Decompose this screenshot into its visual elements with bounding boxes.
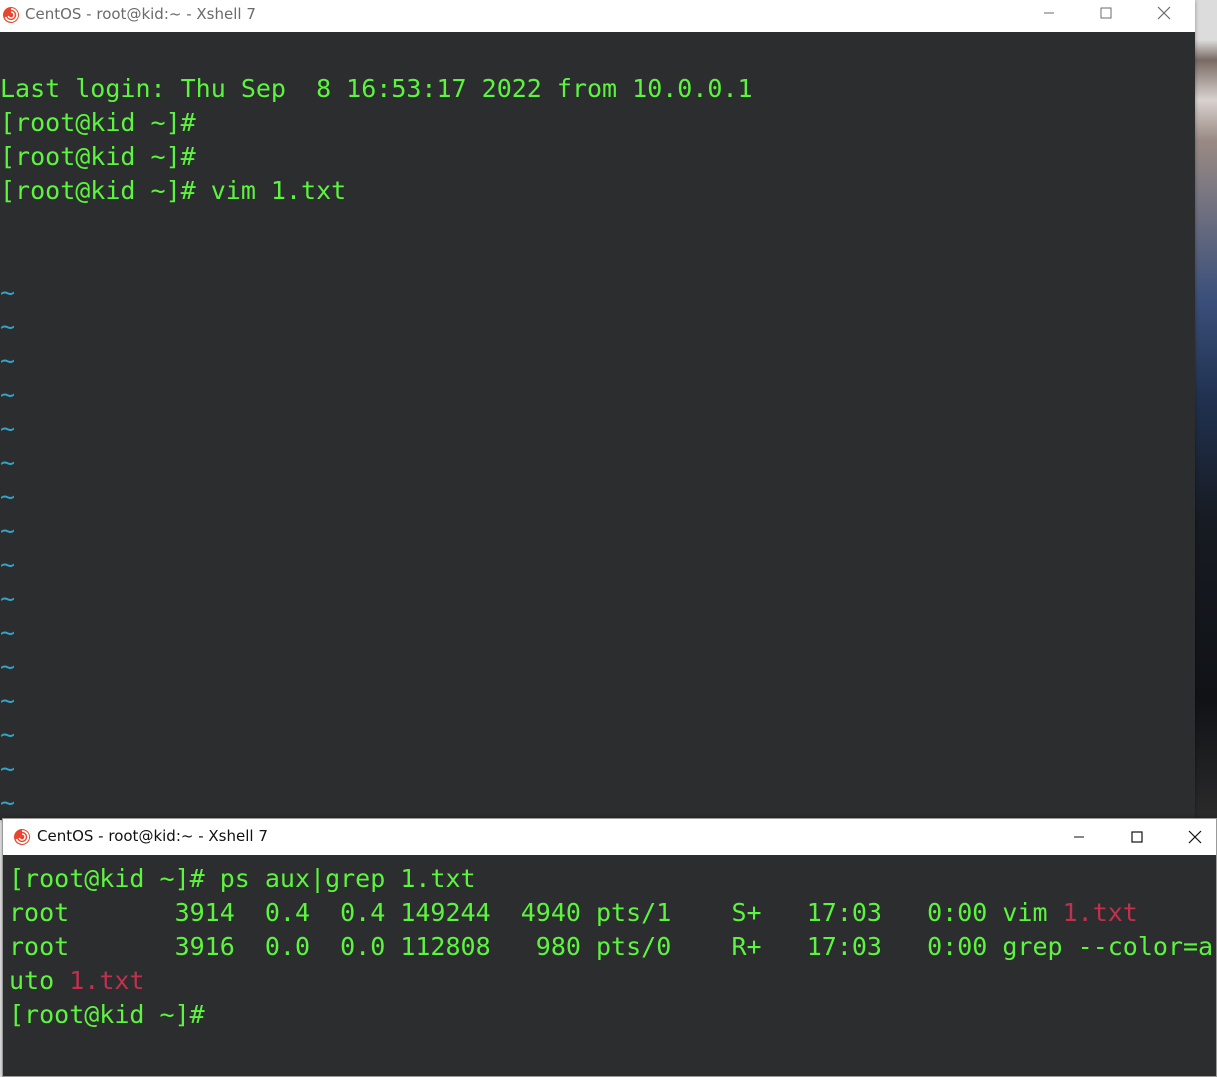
xshell-logo-icon bbox=[13, 828, 31, 846]
ps-row: root 3914 0.4 0.4 149244 4940 pts/1 S+ 1… bbox=[9, 896, 1138, 930]
terminal-output[interactable]: Last login: Thu Sep 8 16:53:17 2022 from… bbox=[0, 32, 1195, 820]
window-title: CentOS - root@kid:~ - Xshell 7 bbox=[37, 827, 268, 845]
terminal-line: [root@kid ~]# vim 1.txt bbox=[0, 176, 347, 205]
vim-tilde: ~ bbox=[0, 652, 16, 681]
vim-tilde: ~ bbox=[0, 686, 16, 715]
terminal-line: [root@kid ~]# bbox=[0, 108, 196, 137]
xshell-window-secondary[interactable]: CentOS - root@kid:~ - Xshell 7 [root@kid… bbox=[2, 818, 1217, 1077]
maximize-icon bbox=[1131, 831, 1143, 843]
vim-tilde: ~ bbox=[0, 618, 16, 647]
minimize-icon bbox=[1044, 12, 1054, 14]
window-title: CentOS - root@kid:~ - Xshell 7 bbox=[25, 5, 256, 23]
ps-row-text: root 3916 0.0 0.0 112808 980 pts/0 R+ 17… bbox=[9, 932, 1214, 961]
vim-tilde: ~ bbox=[0, 720, 16, 749]
ps-row-text: uto bbox=[9, 966, 70, 995]
maximize-button[interactable] bbox=[1086, 1, 1126, 25]
vim-tilde: ~ bbox=[0, 448, 16, 477]
xshell-window-main[interactable]: CentOS - root@kid:~ - Xshell 7 Last logi… bbox=[0, 0, 1195, 820]
vim-tilde: ~ bbox=[0, 788, 16, 817]
terminal-output[interactable]: [root@kid ~]# ps aux|grep 1.txt root 391… bbox=[3, 855, 1216, 1076]
maximize-button[interactable] bbox=[1117, 825, 1157, 849]
ps-row: root 3916 0.0 0.0 112808 980 pts/0 R+ 17… bbox=[9, 930, 1213, 964]
vim-tilde: ~ bbox=[0, 414, 16, 443]
title-bar[interactable]: CentOS - root@kid:~ - Xshell 7 bbox=[3, 819, 1216, 855]
xshell-logo-icon bbox=[2, 6, 20, 24]
terminal-line: [root@kid ~]# ps aux|grep 1.txt bbox=[9, 864, 476, 893]
minimize-icon bbox=[1074, 836, 1084, 838]
vim-tilde: ~ bbox=[0, 482, 16, 511]
vim-tilde: ~ bbox=[0, 754, 16, 783]
vim-tilde: ~ bbox=[0, 550, 16, 579]
terminal-line: [root@kid ~]# bbox=[0, 142, 196, 171]
close-icon bbox=[1157, 6, 1171, 20]
grep-match: 1.txt bbox=[69, 966, 145, 995]
close-icon bbox=[1188, 830, 1202, 844]
close-button[interactable] bbox=[1175, 825, 1215, 849]
vim-tilde: ~ bbox=[0, 516, 16, 545]
terminal-line: [root@kid ~]# bbox=[9, 1000, 205, 1029]
vim-tilde: ~ bbox=[0, 312, 16, 341]
terminal-line: Last login: Thu Sep 8 16:53:17 2022 from… bbox=[0, 74, 753, 103]
grep-match: 1.txt bbox=[1062, 898, 1138, 927]
title-bar[interactable]: CentOS - root@kid:~ - Xshell 7 bbox=[0, 0, 1195, 32]
vim-tilde: ~ bbox=[0, 346, 16, 375]
minimize-button[interactable] bbox=[1029, 1, 1069, 25]
vim-tilde: ~ bbox=[0, 584, 16, 613]
vim-tilde: ~ bbox=[0, 380, 16, 409]
desktop-background bbox=[1195, 0, 1217, 820]
minimize-button[interactable] bbox=[1059, 825, 1099, 849]
vim-tilde: ~ bbox=[0, 278, 16, 307]
maximize-icon bbox=[1100, 7, 1112, 19]
ps-row-wrap: uto 1.txt bbox=[9, 964, 144, 998]
ps-row-text: root 3914 0.4 0.4 149244 4940 pts/1 S+ 1… bbox=[9, 898, 1063, 927]
close-button[interactable] bbox=[1144, 1, 1184, 25]
